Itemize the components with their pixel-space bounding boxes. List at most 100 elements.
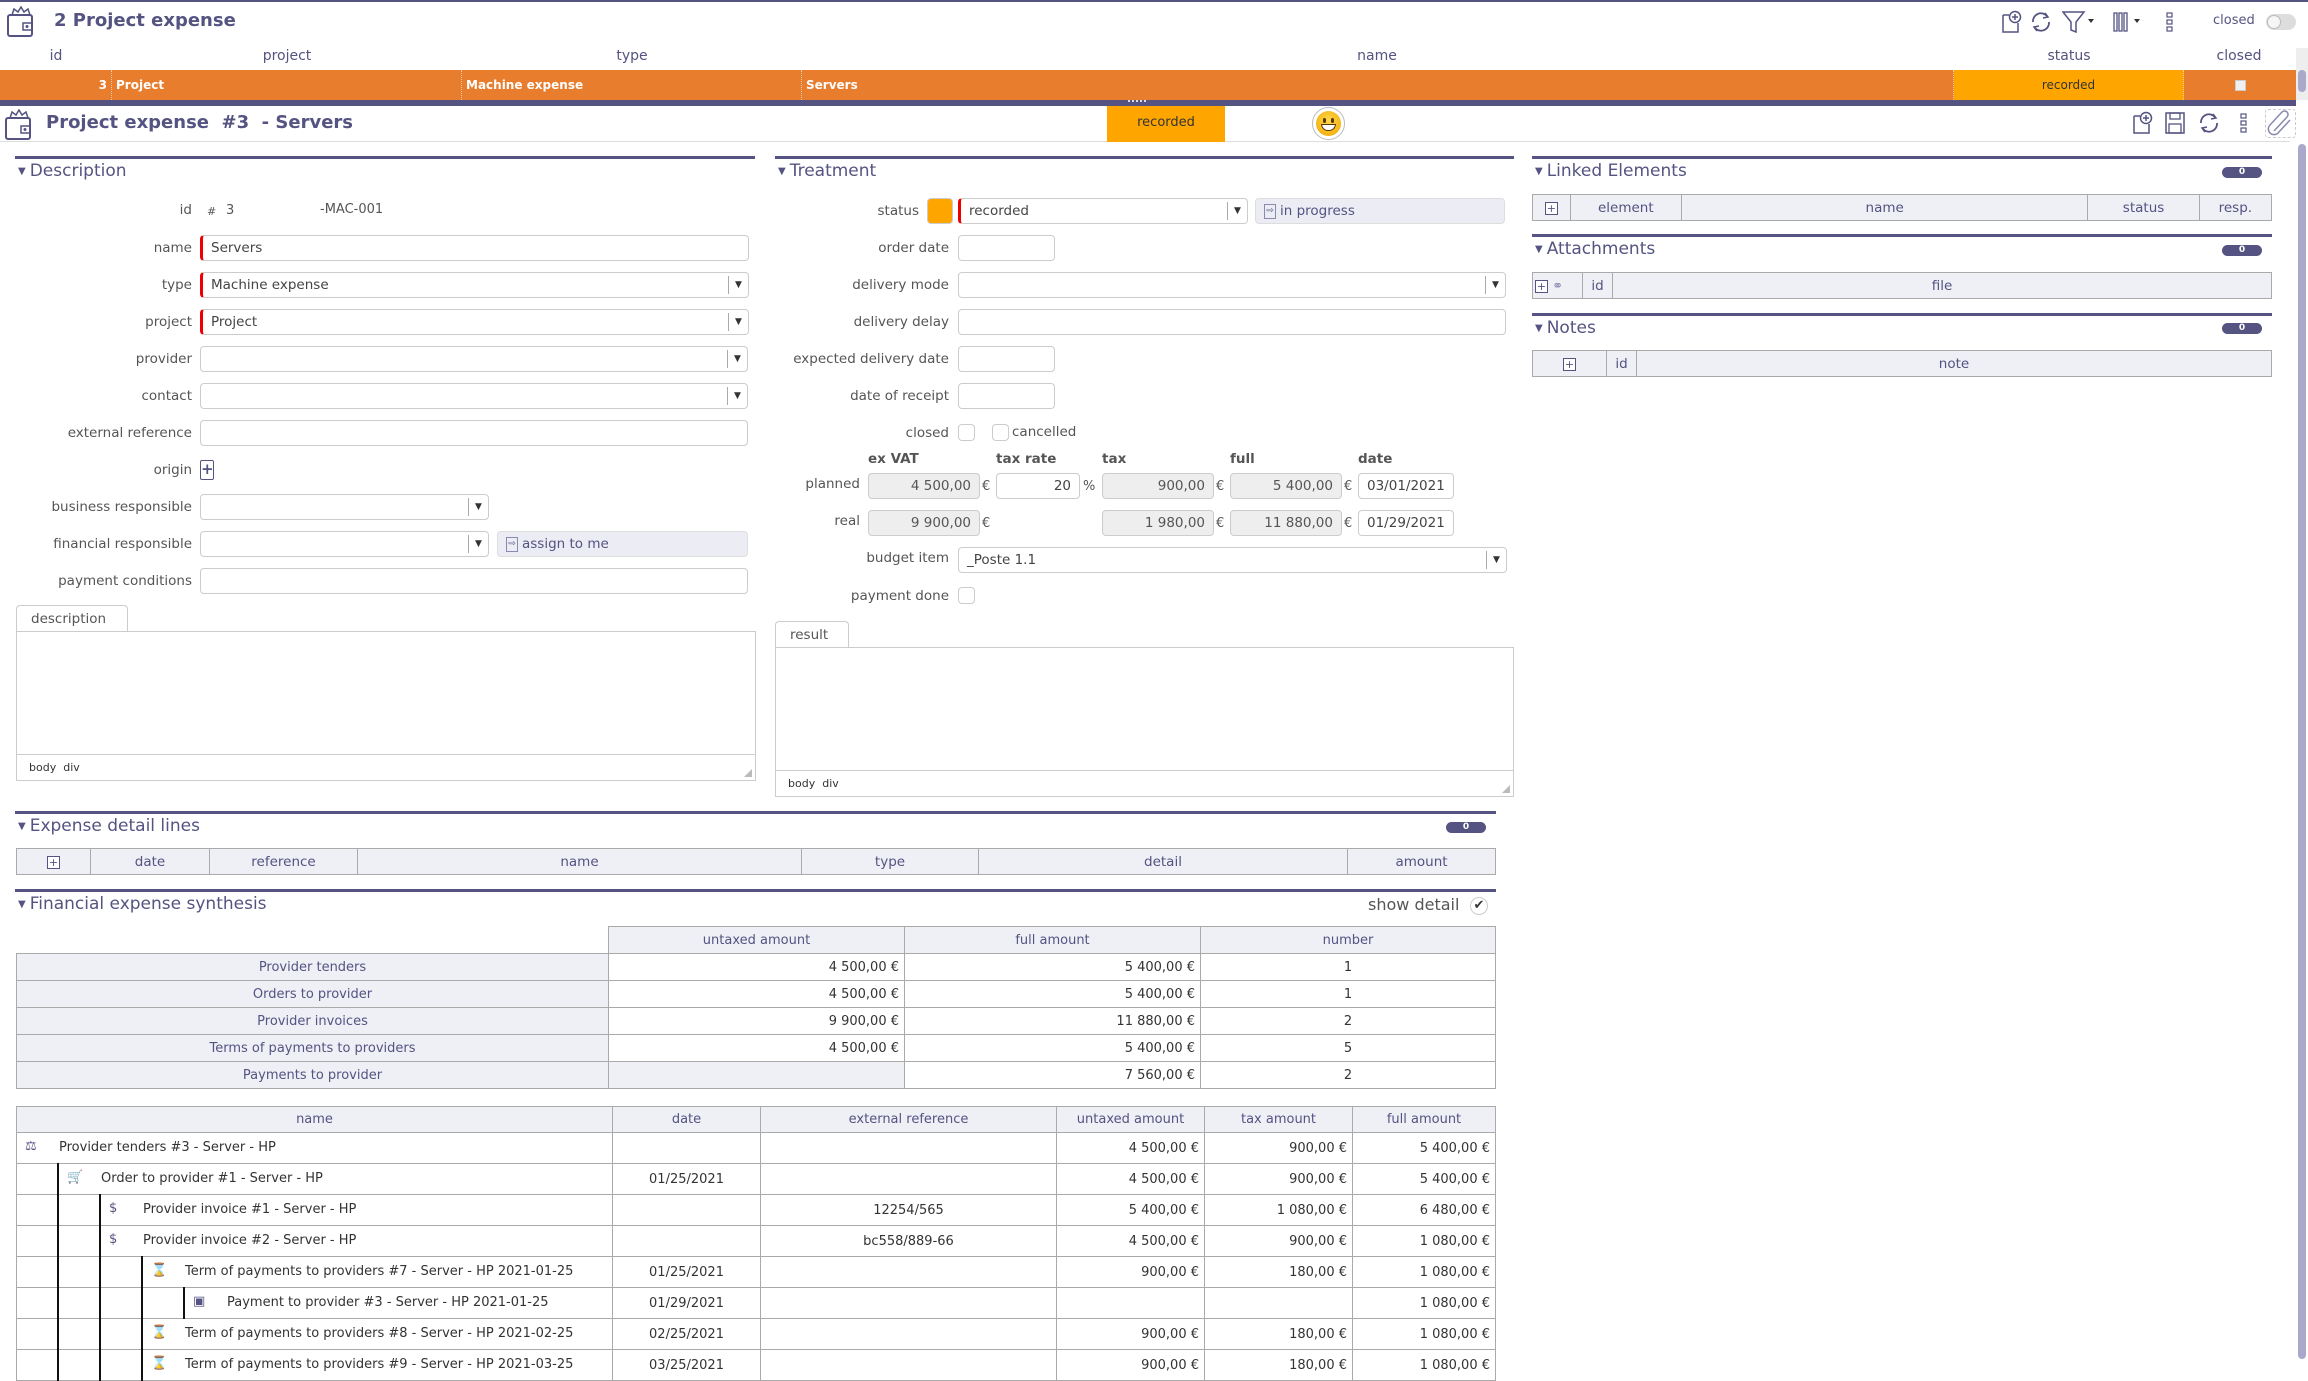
more-options-icon[interactable] <box>2238 111 2250 135</box>
column-header-status[interactable]: status <box>2087 194 2200 221</box>
detail-scrollbar[interactable] <box>2296 142 2308 1361</box>
row-closed-checkbox[interactable] <box>2234 80 2246 91</box>
detail-tree-row[interactable]: ⌛ Term of payments to providers #9 - Serv… <box>16 1349 1496 1381</box>
column-header-element[interactable]: element <box>1569 194 1683 221</box>
add-linked-element-button[interactable]: + <box>1532 194 1571 221</box>
detail-name[interactable]: Provider invoice #2 - Server - HP <box>143 1233 356 1248</box>
description-editor[interactable]: body div <box>16 631 756 781</box>
column-header-name[interactable]: name <box>1680 194 2089 221</box>
detail-name[interactable]: Term of payments to providers #7 - Serve… <box>185 1264 573 1279</box>
expected-delivery-date-field[interactable] <box>958 346 1055 372</box>
closed-filter-toggle[interactable] <box>2266 14 2296 30</box>
column-header-reference[interactable]: reference <box>209 848 358 875</box>
financial-synthesis-toggle[interactable]: ▼ Financial expense synthesis <box>18 894 267 914</box>
attachments-section-toggle[interactable]: ▼ Attachments <box>1535 239 1655 259</box>
result-editor-tab[interactable]: result <box>775 621 849 647</box>
detail-name[interactable]: Order to provider #1 - Server - HP <box>101 1171 323 1186</box>
link-icon[interactable]: ⚭ <box>1552 279 1563 294</box>
cancelled-checkbox[interactable] <box>992 424 1009 441</box>
type-select[interactable]: Machine expense ▼ <box>200 272 749 298</box>
business-responsible-select[interactable]: ▼ <box>200 494 489 520</box>
provider-select[interactable]: ▼ <box>200 346 748 372</box>
column-header-type[interactable]: type <box>462 48 802 70</box>
column-header-id[interactable]: id <box>1606 350 1637 377</box>
column-header-name[interactable]: name <box>357 848 802 875</box>
chevron-down-icon[interactable]: ▼ <box>468 535 488 553</box>
editor-path-body[interactable]: body <box>788 777 815 790</box>
next-status-button[interactable]: ⇨ in progress <box>1255 198 1505 224</box>
detail-name[interactable]: Provider tenders #3 - Server - HP <box>59 1140 276 1155</box>
save-icon[interactable] <box>2164 111 2186 135</box>
chevron-down-icon[interactable]: ▼ <box>728 276 748 294</box>
chevron-down-icon[interactable]: ▼ <box>468 498 488 516</box>
financial-responsible-select[interactable]: ▼ <box>200 531 489 557</box>
chevron-down-icon[interactable]: ▼ <box>1486 551 1506 569</box>
editor-path-div[interactable]: div <box>822 777 839 790</box>
new-item-icon[interactable] <box>2131 111 2153 135</box>
payment-done-checkbox[interactable] <box>958 587 975 604</box>
column-header-status[interactable]: status <box>1954 48 2184 70</box>
linked-elements-section-toggle[interactable]: ▼ Linked Elements <box>1535 161 1687 181</box>
show-detail-checkbox[interactable]: ✔ <box>1470 897 1488 915</box>
more-options-icon[interactable] <box>2164 10 2176 34</box>
detail-tree-row[interactable]: 🛒 Order to provider #1 - Server - HP 01/25… <box>16 1163 1496 1195</box>
column-header-amount[interactable]: amount <box>1347 848 1496 875</box>
column-header-date[interactable]: date <box>90 848 210 875</box>
detail-tree-row[interactable]: $ Provider invoice #2 - Server - HP bc558/… <box>16 1225 1496 1257</box>
planned-date-field[interactable]: 03/01/2021 <box>1358 473 1454 499</box>
result-editor[interactable]: body div <box>775 647 1514 797</box>
column-header-project[interactable]: project <box>112 48 462 70</box>
column-header-name[interactable]: name <box>802 48 1952 70</box>
column-header-closed[interactable]: closed <box>2184 48 2294 70</box>
contact-select[interactable]: ▼ <box>200 383 748 409</box>
list-scrollbar[interactable] <box>2296 48 2308 100</box>
planned-tax-rate-field[interactable]: 20 <box>996 473 1080 499</box>
detail-tree-row[interactable]: ▣ Payment to provider #3 - Server - HP 20… <box>16 1287 1496 1319</box>
chevron-down-icon[interactable]: ▼ <box>728 313 748 331</box>
status-select[interactable]: recorded ▼ <box>958 198 1248 224</box>
delivery-delay-field[interactable] <box>958 309 1506 335</box>
add-detail-line-button[interactable]: + <box>16 848 91 875</box>
order-date-field[interactable] <box>958 235 1055 261</box>
column-header-file[interactable]: file <box>1612 272 2272 299</box>
chevron-down-icon[interactable]: ▼ <box>1227 202 1247 220</box>
assign-to-me-button[interactable]: ⇨ assign to me <box>497 531 748 557</box>
detail-scrollbar-thumb[interactable] <box>2298 144 2306 1359</box>
delivery-mode-select[interactable]: ▼ <box>958 272 1506 298</box>
expense-detail-lines-toggle[interactable]: ▼ Expense detail lines <box>18 816 200 836</box>
resize-handle-icon[interactable] <box>1502 785 1510 793</box>
list-scrollbar-thumb[interactable] <box>2298 70 2306 92</box>
real-date-field[interactable]: 01/29/2021 <box>1358 510 1454 536</box>
editor-path-div[interactable]: div <box>63 761 80 774</box>
chevron-down-icon[interactable]: ▼ <box>727 387 747 405</box>
detail-tree-row[interactable]: ⌛ Term of payments to providers #7 - Serv… <box>16 1256 1496 1288</box>
detail-name[interactable]: Term of payments to providers #9 - Serve… <box>185 1357 573 1372</box>
refresh-icon[interactable] <box>2029 10 2053 34</box>
external-reference-field[interactable] <box>200 420 748 446</box>
budget-item-select[interactable]: _Poste 1.1 ▼ <box>958 547 1507 573</box>
attach-file-button[interactable] <box>2265 109 2296 138</box>
detail-name[interactable]: Term of payments to providers #8 - Serve… <box>185 1326 573 1341</box>
resize-handle-icon[interactable] <box>744 769 752 777</box>
treatment-section-toggle[interactable]: ▼ Treatment <box>778 161 876 181</box>
column-header-id[interactable]: id <box>30 48 82 70</box>
detail-tree-row[interactable]: ⚖ Provider tenders #3 - Server - HP 4 500,… <box>16 1132 1496 1164</box>
date-of-receipt-field[interactable] <box>958 383 1055 409</box>
new-item-icon[interactable] <box>2000 10 2022 34</box>
closed-checkbox[interactable] <box>958 424 975 441</box>
refresh-icon[interactable] <box>2197 111 2221 135</box>
detail-name[interactable]: Payment to provider #3 - Server - HP 202… <box>227 1295 549 1310</box>
name-field[interactable]: Servers <box>200 235 749 261</box>
project-select[interactable]: Project ▼ <box>200 309 749 335</box>
add-note-button[interactable]: + <box>1532 350 1607 377</box>
detail-tree-row[interactable]: $ Provider invoice #1 - Server - HP 12254/… <box>16 1194 1496 1226</box>
column-header-id[interactable]: id <box>1582 272 1613 299</box>
column-header-type[interactable]: type <box>801 848 979 875</box>
column-header-note[interactable]: note <box>1636 350 2272 377</box>
chevron-down-icon[interactable]: ▼ <box>727 350 747 368</box>
editor-path-body[interactable]: body <box>29 761 56 774</box>
detail-name[interactable]: Provider invoice #1 - Server - HP <box>143 1202 356 1217</box>
description-editor-tab[interactable]: description <box>16 605 128 631</box>
description-section-toggle[interactable]: ▼ Description <box>18 161 127 181</box>
notes-section-toggle[interactable]: ▼ Notes <box>1535 318 1596 338</box>
